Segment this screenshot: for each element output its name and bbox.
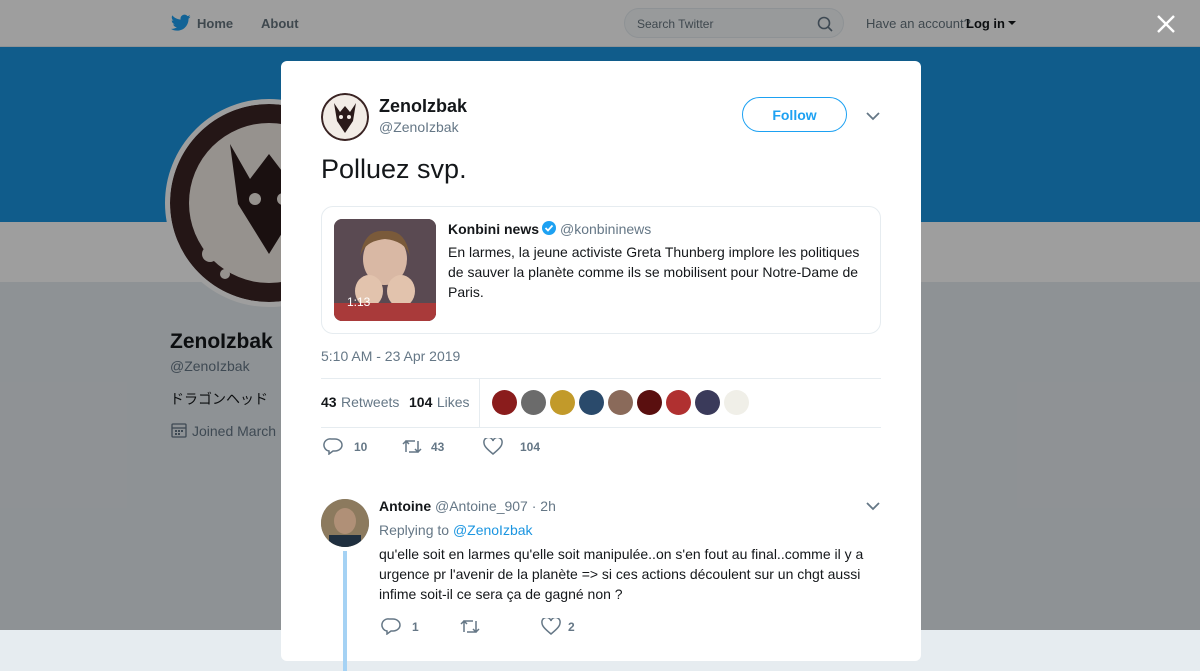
reply-author-name[interactable]: Antoine xyxy=(379,498,431,514)
reply-author-avatar[interactable] xyxy=(321,499,369,547)
liker-avatar[interactable] xyxy=(666,390,691,415)
liker-avatar[interactable] xyxy=(579,390,604,415)
liker-avatar[interactable] xyxy=(724,390,749,415)
tweet-timestamp[interactable]: 5:10 AM - 23 Apr 2019 xyxy=(321,348,460,364)
close-icon[interactable] xyxy=(1156,14,1176,34)
retweet-icon xyxy=(402,439,422,454)
follow-button[interactable]: Follow xyxy=(742,97,847,132)
retweet-label: Retweets xyxy=(341,394,400,410)
retweet-action-count: 43 xyxy=(431,440,445,454)
reply-icon xyxy=(381,618,401,635)
liker-avatar[interactable] xyxy=(695,390,720,415)
replying-to-prefix: Replying to xyxy=(379,522,450,538)
thread-line xyxy=(343,551,347,671)
tweet-author-avatar[interactable] xyxy=(321,93,369,141)
replying-to-link[interactable]: @ZenoIzbak xyxy=(453,522,533,538)
like-stat[interactable]: 104 Likes xyxy=(409,394,470,412)
liker-avatar[interactable] xyxy=(637,390,662,415)
reply-author-handle[interactable]: @Antoine_907 · 2h xyxy=(435,498,556,514)
retweet-stat[interactable]: 43 Retweets xyxy=(321,394,399,412)
like-action-count: 104 xyxy=(520,440,541,454)
video-duration: 1:13 xyxy=(347,295,371,309)
liker-avatar[interactable] xyxy=(521,390,546,415)
retweet-count: 43 xyxy=(321,394,337,410)
replying-to: Replying to @ZenoIzbak xyxy=(379,522,533,538)
tweet-stats: 43 Retweets 104 Likes xyxy=(321,378,881,428)
reply-count: 10 xyxy=(354,440,368,454)
like-count: 104 xyxy=(409,394,433,410)
chevron-down-icon[interactable] xyxy=(866,111,880,121)
reply-actions: 1 2 xyxy=(379,616,679,636)
liker-avatar[interactable] xyxy=(492,390,517,415)
tweet-author-name[interactable]: ZenoIzbak xyxy=(379,96,467,117)
verified-badge-icon xyxy=(542,221,556,235)
like-label: Likes xyxy=(436,394,470,410)
heart-icon xyxy=(483,438,503,455)
heart-icon xyxy=(541,618,561,635)
tweet-modal: ZenoIzbak @ZenoIzbak Follow Polluez svp.… xyxy=(281,61,921,671)
reply-author-photo xyxy=(321,499,369,547)
video-thumbnail[interactable]: 1:13 xyxy=(334,219,436,321)
tweet-author-handle[interactable]: @ZenoIzbak xyxy=(379,119,459,135)
tweet-text: Polluez svp. xyxy=(321,154,467,184)
quoted-tweet-text: En larmes, la jeune activiste Greta Thun… xyxy=(448,244,860,300)
liker-avatar[interactable] xyxy=(550,390,575,415)
quoted-author-name[interactable]: Konbini news xyxy=(448,221,539,237)
stats-divider xyxy=(479,379,480,427)
liker-avatar[interactable] xyxy=(608,390,633,415)
reply-like-count: 2 xyxy=(568,620,575,634)
tweet-actions: 10 43 104 xyxy=(321,436,881,458)
chevron-down-icon[interactable] xyxy=(866,501,880,511)
dragon-head-avatar-image xyxy=(321,93,369,141)
retweet-icon xyxy=(460,619,480,634)
quoted-tweet[interactable]: 1:13 Konbini news @konbininews En larmes… xyxy=(321,206,881,334)
reply-text: qu'elle soit en larmes qu'elle soit mani… xyxy=(379,546,864,602)
quoted-author-handle[interactable]: @konbininews xyxy=(560,221,651,237)
reply-icon xyxy=(323,438,343,455)
reply-reply-count: 1 xyxy=(412,620,419,634)
